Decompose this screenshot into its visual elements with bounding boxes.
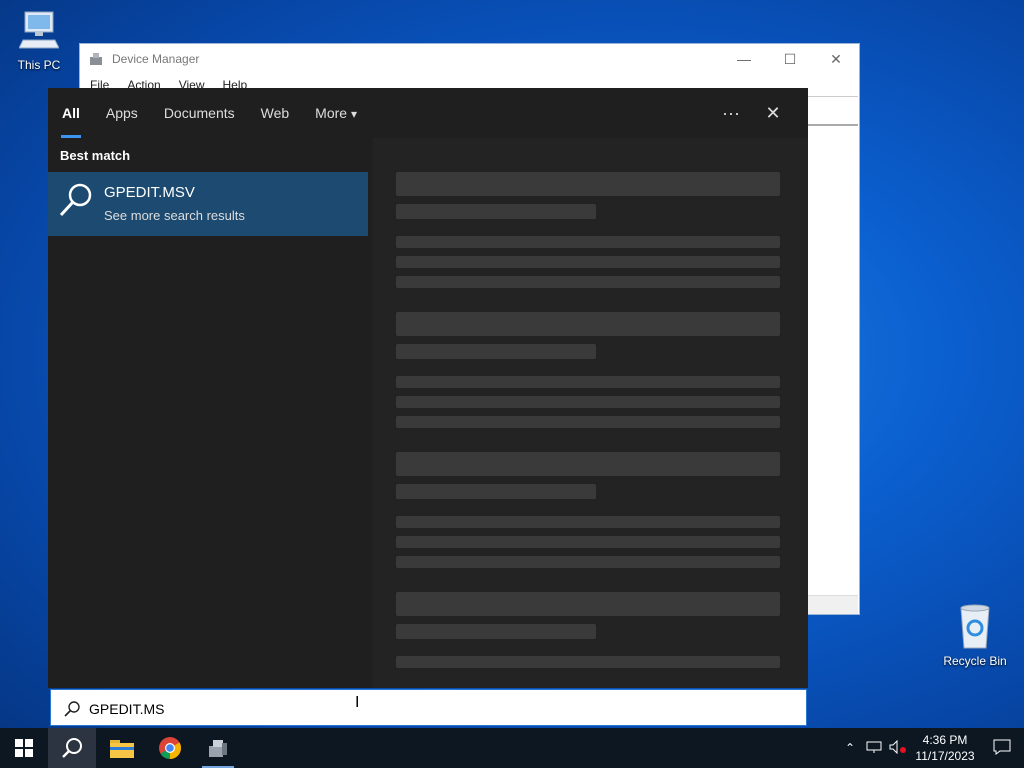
maximize-button[interactable]: ☐ bbox=[767, 51, 813, 68]
placeholder-bar bbox=[396, 256, 780, 268]
placeholder-bar bbox=[396, 592, 780, 616]
placeholder-bar bbox=[396, 172, 780, 196]
notification-icon[interactable] bbox=[980, 739, 1024, 758]
computer-icon bbox=[19, 11, 59, 49]
tab-apps[interactable]: Apps bbox=[93, 88, 151, 138]
placeholder-bar bbox=[396, 452, 780, 476]
preview-pane-loading bbox=[373, 138, 808, 688]
chrome-icon bbox=[159, 737, 181, 759]
folder-icon bbox=[110, 740, 134, 758]
toolbar bbox=[808, 96, 858, 119]
close-icon[interactable]: ✕ bbox=[752, 103, 794, 124]
desktop-icon-label: This PC bbox=[17, 58, 61, 72]
more-options-icon[interactable]: ··· bbox=[710, 103, 752, 124]
search-icon bbox=[59, 183, 92, 217]
chrome-button[interactable] bbox=[146, 728, 194, 768]
system-tray: ⌃ 4:36 PM 11/17/2023 bbox=[838, 728, 1024, 768]
desktop-icon-this-pc[interactable]: This PC bbox=[4, 10, 74, 72]
search-box[interactable] bbox=[50, 689, 807, 726]
device-tree-panel[interactable] bbox=[808, 124, 858, 601]
device-manager-icon bbox=[90, 53, 102, 65]
file-explorer-button[interactable] bbox=[98, 728, 146, 768]
search-input[interactable] bbox=[87, 696, 771, 722]
windows-logo-icon bbox=[15, 739, 33, 757]
tab-more-label: More bbox=[315, 105, 348, 121]
close-button[interactable]: ✕ bbox=[813, 51, 859, 68]
search-icon bbox=[64, 701, 80, 717]
search-tabs: All Apps Documents Web More ▾ ··· ✕ bbox=[48, 88, 808, 138]
clock-date: 11/17/2023 bbox=[915, 749, 975, 763]
placeholder-bar bbox=[396, 396, 780, 408]
window-title: Device Manager bbox=[112, 52, 200, 66]
minimize-button[interactable]: — bbox=[721, 51, 767, 68]
device-manager-taskbar-button[interactable] bbox=[194, 728, 242, 768]
placeholder-bar bbox=[396, 624, 596, 639]
tab-documents[interactable]: Documents bbox=[151, 88, 248, 138]
text-cursor-icon: Ι bbox=[355, 694, 360, 711]
device-manager-icon bbox=[209, 740, 227, 757]
placeholder-bar bbox=[396, 344, 596, 359]
placeholder-bar bbox=[396, 556, 780, 568]
tab-more[interactable]: More ▾ bbox=[302, 88, 370, 138]
results-list: Best match GPEDIT.MSV See more search re… bbox=[48, 138, 368, 688]
desktop-icon-recycle-bin[interactable]: Recycle Bin bbox=[940, 604, 1010, 668]
result-subtitle: See more search results bbox=[104, 208, 245, 223]
volume-muted-icon[interactable] bbox=[886, 739, 910, 757]
search-flyout: All Apps Documents Web More ▾ ··· ✕ Best… bbox=[48, 88, 808, 688]
placeholder-bar bbox=[396, 516, 780, 528]
desktop-icon-label: Recycle Bin bbox=[943, 654, 1007, 668]
placeholder-bar bbox=[396, 656, 780, 668]
placeholder-bar bbox=[396, 484, 596, 499]
search-icon bbox=[62, 738, 82, 758]
clock[interactable]: 4:36 PM 11/17/2023 bbox=[910, 732, 980, 764]
start-button[interactable] bbox=[0, 728, 48, 768]
placeholder-bar bbox=[396, 536, 780, 548]
tab-web[interactable]: Web bbox=[248, 88, 303, 138]
placeholder-bar bbox=[396, 376, 780, 388]
placeholder-bar bbox=[396, 204, 596, 219]
search-button[interactable] bbox=[48, 728, 96, 768]
placeholder-bar bbox=[396, 276, 780, 288]
network-icon[interactable] bbox=[862, 740, 886, 757]
tab-all[interactable]: All bbox=[49, 88, 93, 138]
window-titlebar[interactable]: Device Manager — ☐ ✕ bbox=[80, 44, 859, 74]
placeholder-bar bbox=[396, 312, 780, 336]
placeholder-bar bbox=[396, 236, 780, 248]
taskbar: ⌃ 4:36 PM 11/17/2023 bbox=[0, 728, 1024, 768]
chevron-up-icon[interactable]: ⌃ bbox=[838, 741, 862, 755]
clock-time: 4:36 PM bbox=[922, 733, 968, 747]
placeholder-bar bbox=[396, 416, 780, 428]
chevron-down-icon: ▾ bbox=[350, 107, 357, 121]
best-match-result[interactable]: GPEDIT.MSV See more search results bbox=[48, 172, 368, 236]
recycle-bin-icon bbox=[960, 604, 990, 649]
status-bar bbox=[808, 595, 858, 614]
best-match-heading: Best match bbox=[60, 148, 131, 163]
result-title: GPEDIT.MSV bbox=[104, 184, 195, 201]
